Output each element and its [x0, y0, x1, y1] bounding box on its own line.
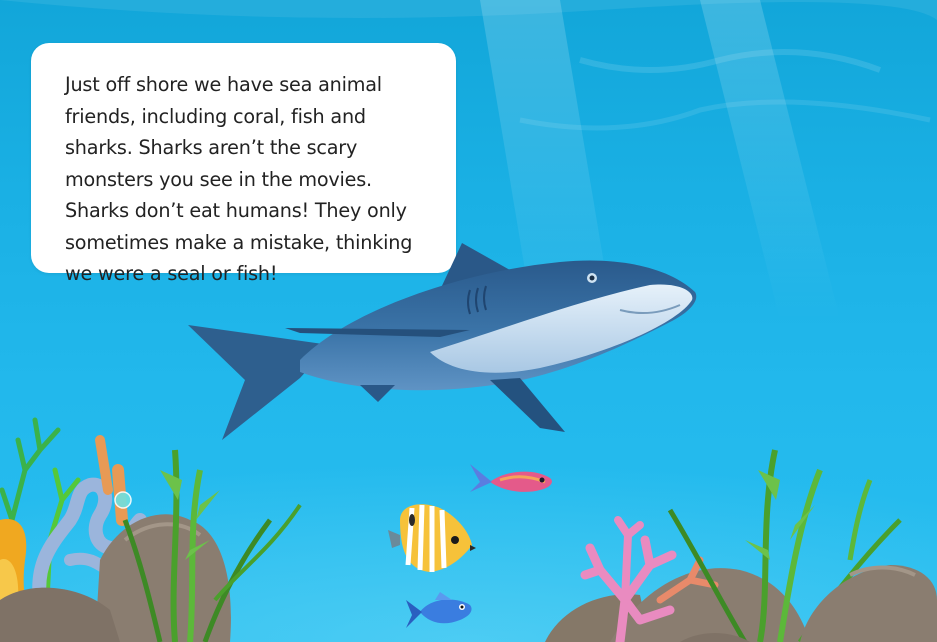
narration-bubble: Just off shore we have sea animal friend…: [31, 43, 456, 285]
underwater-scene: Just off shore we have sea animal friend…: [0, 0, 937, 642]
narration-text: Just off shore we have sea animal friend…: [65, 73, 413, 285]
